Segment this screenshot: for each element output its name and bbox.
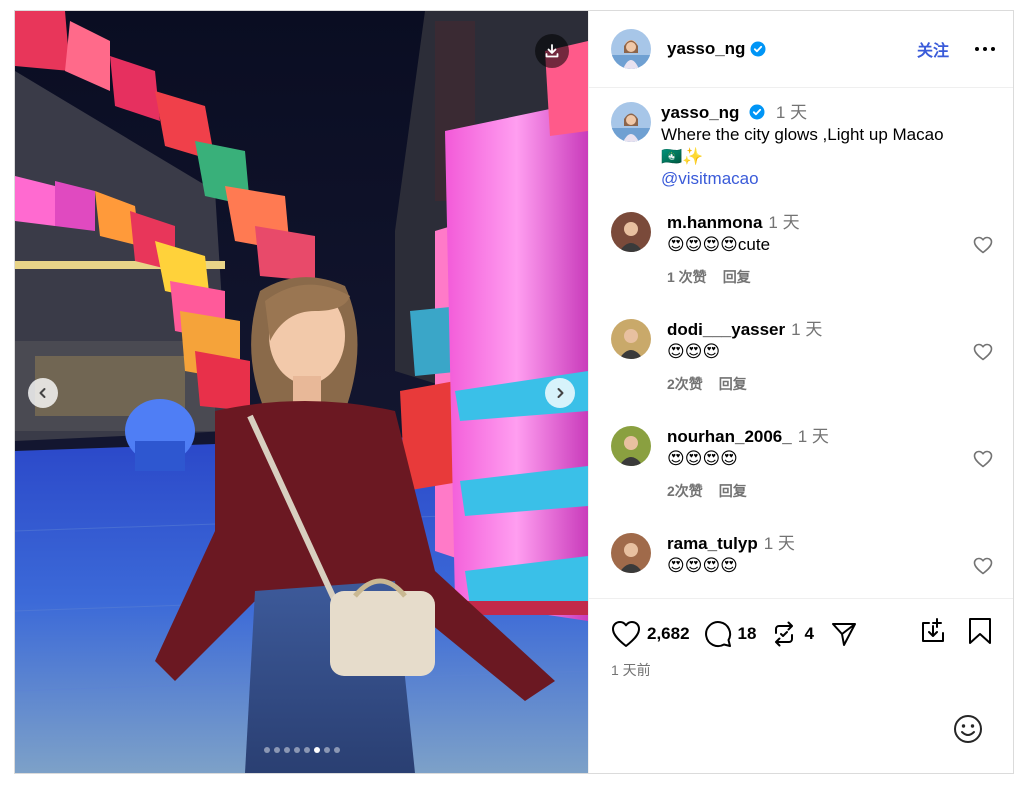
comment-time[interactable]: 1 天 bbox=[764, 534, 795, 553]
caption-time[interactable]: 1 天 bbox=[776, 103, 807, 122]
post-actions-section: 2,682 18 4 1 天前 bbox=[589, 598, 1013, 773]
carousel-dot bbox=[313, 747, 320, 753]
repost-button[interactable]: 4 bbox=[770, 620, 814, 648]
carousel-dot bbox=[293, 747, 300, 753]
caption-text: Where the city glows ,Light up Macao bbox=[661, 125, 944, 144]
comment-username[interactable]: m.hanmona bbox=[667, 213, 762, 232]
follow-button[interactable]: 关注 bbox=[917, 37, 949, 61]
like-button[interactable]: 2,682 bbox=[611, 620, 690, 648]
avatar[interactable] bbox=[611, 426, 651, 466]
comment-text: 😍😍😍😍 bbox=[667, 449, 738, 468]
comment-item: nourhan_2006_ 1 天 😍😍😍😍 2次赞 回复 bbox=[611, 426, 993, 533]
comment-likes-count[interactable]: 2次赞 bbox=[667, 373, 703, 395]
heart-icon bbox=[973, 343, 993, 361]
comment-likes-count[interactable]: 2次赞 bbox=[667, 480, 703, 502]
post-container: yasso_ng 关注 yasso_ng 1 天 Where the city … bbox=[14, 10, 1014, 774]
carousel-prev-button[interactable] bbox=[28, 378, 58, 408]
caption-username[interactable]: yasso_ng bbox=[661, 103, 739, 122]
post-side-panel: yasso_ng 关注 yasso_ng 1 天 Where the city … bbox=[588, 11, 1013, 773]
post-media[interactable] bbox=[15, 11, 588, 773]
avatar[interactable] bbox=[611, 102, 651, 142]
heart-icon bbox=[612, 620, 640, 647]
carousel-indicator bbox=[15, 747, 588, 753]
post-author[interactable]: yasso_ng bbox=[667, 39, 766, 59]
comment-reply-button[interactable]: 回复 bbox=[723, 266, 751, 288]
carousel-next-button[interactable] bbox=[545, 378, 575, 408]
heart-icon bbox=[973, 236, 993, 254]
comment-item: rama_tulyp 1 天 😍😍😍😍 bbox=[611, 533, 993, 598]
comment-time[interactable]: 1 天 bbox=[768, 213, 799, 232]
verified-badge-icon bbox=[750, 41, 766, 57]
chevron-right-icon bbox=[557, 388, 564, 398]
comment-text: 😍😍😍 bbox=[667, 342, 721, 361]
comment-like-button[interactable] bbox=[973, 343, 993, 366]
carousel-dot bbox=[273, 747, 280, 753]
comment-item: dodi___yasser 1 天 😍😍😍 2次赞 回复 bbox=[611, 319, 993, 426]
more-options-button[interactable] bbox=[973, 47, 997, 51]
comment-username[interactable]: dodi___yasser bbox=[667, 320, 785, 339]
download-button[interactable] bbox=[535, 34, 569, 68]
avatar[interactable] bbox=[611, 212, 651, 252]
post-caption: yasso_ng 1 天 Where the city glows ,Light… bbox=[611, 102, 993, 190]
caption-mention-link[interactable]: @visitmacao bbox=[661, 168, 944, 190]
carousel-dot bbox=[303, 747, 310, 753]
comment-username[interactable]: rama_tulyp bbox=[667, 534, 758, 553]
repost-icon bbox=[775, 621, 794, 646]
comment-likes-count[interactable]: 1 次赞 bbox=[667, 266, 707, 288]
carousel-dot bbox=[263, 747, 270, 753]
comment-like-button[interactable] bbox=[973, 557, 993, 580]
action-bar: 2,682 18 4 bbox=[589, 599, 1013, 650]
caption-emoji: 🇲🇴✨ bbox=[661, 147, 704, 166]
download-icon bbox=[545, 44, 559, 58]
save-to-collection-button[interactable] bbox=[919, 617, 947, 650]
avatar[interactable] bbox=[611, 533, 651, 573]
heart-icon bbox=[973, 557, 993, 575]
verified-badge-icon bbox=[749, 104, 765, 120]
emoji-icon bbox=[954, 715, 982, 743]
comment-username[interactable]: nourhan_2006_ bbox=[667, 427, 792, 446]
bookmark-button[interactable] bbox=[967, 617, 993, 650]
avatar[interactable] bbox=[611, 319, 651, 359]
post-header: yasso_ng 关注 bbox=[589, 11, 1013, 88]
bookmark-icon bbox=[969, 618, 991, 644]
share-button[interactable] bbox=[830, 620, 858, 648]
heart-icon bbox=[973, 450, 993, 468]
comment-like-button[interactable] bbox=[973, 450, 993, 473]
more-icon bbox=[975, 47, 995, 51]
comment-reply-button[interactable]: 回复 bbox=[719, 480, 747, 502]
emoji-picker-button[interactable] bbox=[953, 714, 983, 749]
carousel-dot bbox=[323, 747, 330, 753]
comment-like-button[interactable] bbox=[973, 236, 993, 259]
post-photo bbox=[15, 11, 588, 773]
carousel-dot bbox=[283, 747, 290, 753]
save-icon bbox=[922, 618, 944, 642]
comment-reply-button[interactable]: 回复 bbox=[719, 373, 747, 395]
reposts-count[interactable]: 4 bbox=[804, 624, 813, 644]
comment-button[interactable]: 18 bbox=[704, 620, 757, 648]
comments-list[interactable]: yasso_ng 1 天 Where the city glows ,Light… bbox=[589, 88, 1013, 598]
post-time-ago[interactable]: 1 天前 bbox=[589, 650, 1013, 690]
likes-count[interactable]: 2,682 bbox=[647, 624, 690, 644]
comment-text: 😍😍😍😍 bbox=[667, 556, 738, 575]
comments-count[interactable]: 18 bbox=[738, 624, 757, 644]
chevron-left-icon bbox=[39, 388, 46, 398]
comment-item: m.hanmona 1 天 😍😍😍😍cute 1 次赞 回复 bbox=[611, 212, 993, 319]
avatar[interactable] bbox=[611, 29, 651, 69]
carousel-dot bbox=[333, 747, 340, 753]
comment-time[interactable]: 1 天 bbox=[791, 320, 822, 339]
comment-icon bbox=[704, 620, 731, 647]
comment-time[interactable]: 1 天 bbox=[798, 427, 829, 446]
share-icon bbox=[831, 622, 856, 646]
post-author-username[interactable]: yasso_ng bbox=[667, 39, 745, 59]
comment-text: 😍😍😍😍cute bbox=[667, 235, 771, 254]
